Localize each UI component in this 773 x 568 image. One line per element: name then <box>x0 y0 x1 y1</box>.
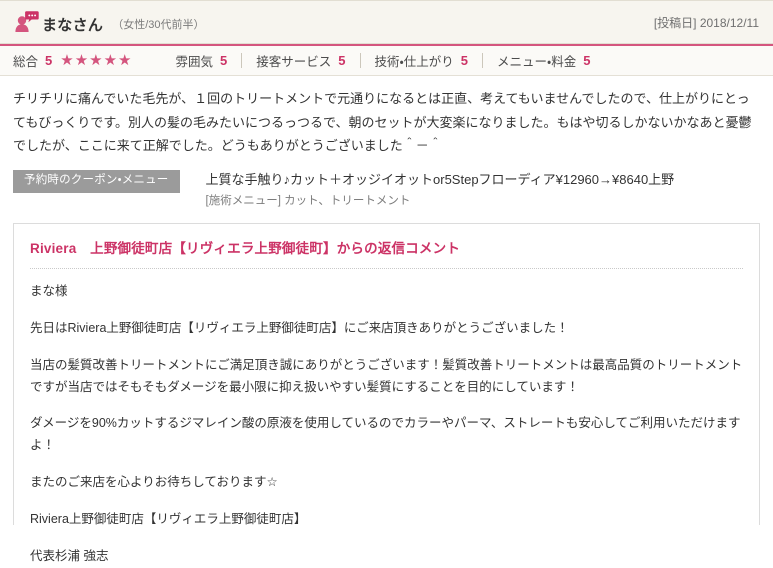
reply-paragraph: 当店の髪質改善トリートメントにご満足頂き誠にありがとうございます！髪質改善トリー… <box>30 357 743 394</box>
rating-technique: 技術・仕上がり 5 <box>375 51 469 70</box>
review-card: まなさん （女性/30代前半） [投稿日] 2018/12/11 総合 5 ★★… <box>0 0 773 563</box>
salon-reply-heading: Riviera 上野御徒町店【リヴィエラ上野御徒町】からの返信コメント <box>30 237 743 269</box>
salon-reply-body: まな様 先日はRiviera上野御徒町店【リヴィエラ上野御徒町店】にご来店頂きあ… <box>30 269 743 568</box>
divider <box>482 53 483 68</box>
rating-atmosphere-label: 雰囲気 <box>175 55 214 69</box>
rating-technique-score: 5 <box>460 53 468 68</box>
rating-total-score: 5 <box>45 53 53 68</box>
rating-menu-price: メニュー・料金 5 <box>497 51 591 70</box>
coupon-title[interactable]: 上質な手触り♪カット＋オッジイオットor5Stepフローディア¥12960→¥8… <box>206 171 675 190</box>
post-date: [投稿日] 2018/12/11 <box>653 15 759 30</box>
star-rating-icon: ★★★★★ <box>60 52 133 69</box>
divider <box>359 53 361 68</box>
rating-atmosphere: 雰囲気 5 <box>176 51 228 70</box>
coupon-badge-label: 予約時のクーポン・メニュー <box>13 169 180 193</box>
rating-menu-price-score: 5 <box>583 53 591 68</box>
rating-atmosphere-score: 5 <box>220 53 228 68</box>
rating-service-label: 接客サービス <box>256 55 332 69</box>
review-text: チリチリに痛んでいた毛先が、１回のトリートメントで元通りになるとは正直、考えても… <box>13 91 752 154</box>
rating-service: 接客サービス 5 <box>256 51 345 70</box>
rating-menu-price-label: メニュー・料金 <box>497 55 577 69</box>
reply-paragraph: まな様 <box>30 283 68 298</box>
reply-signature: 代表杉浦 強志 <box>30 548 109 563</box>
rating-service-score: 5 <box>338 53 346 68</box>
coupon-menu-sub: [施術メニュー] カット、トリートメント <box>205 194 411 207</box>
coupon-details: 上質な手触り♪カット＋オッジイオットor5Stepフローディア¥12960→¥8… <box>206 170 675 209</box>
salon-reply-box: Riviera 上野御徒町店【リヴィエラ上野御徒町】からの返信コメント まな様 … <box>13 222 760 563</box>
coupon-section: 予約時のクーポン・メニュー 上質な手触り♪カット＋オッジイオットor5Stepフ… <box>0 162 773 221</box>
rating-technique-label: 技術・仕上がり <box>374 55 454 69</box>
review-header: まなさん （女性/30代前半） [投稿日] 2018/12/11 <box>0 0 773 44</box>
reply-paragraph: またのご来店を心よりお待ちしております☆ <box>30 475 278 490</box>
rating-total-label: 総合 <box>13 55 39 69</box>
rating-total: 総合 5 ★★★★★ <box>13 51 133 70</box>
reviewer-meta: （女性/30代前半） <box>112 18 205 31</box>
divider <box>241 53 243 68</box>
reviewer-name: まなさん <box>42 16 104 34</box>
reply-paragraph: 先日はRiviera上野御徒町店【リヴィエラ上野御徒町店】にご来店頂きありがとう… <box>30 320 569 335</box>
reviewer-info: まなさん （女性/30代前半） <box>13 10 654 34</box>
user-speech-bubble-icon <box>13 10 39 34</box>
ratings-bar: 総合 5 ★★★★★ 雰囲気 5 接客サービス 5 技術・仕上がり 5 メニュー… <box>0 44 773 76</box>
reply-paragraph: ダメージを90%カットするジマレイン酸の原液を使用しているのでカラーやパーマ、ス… <box>30 416 741 453</box>
